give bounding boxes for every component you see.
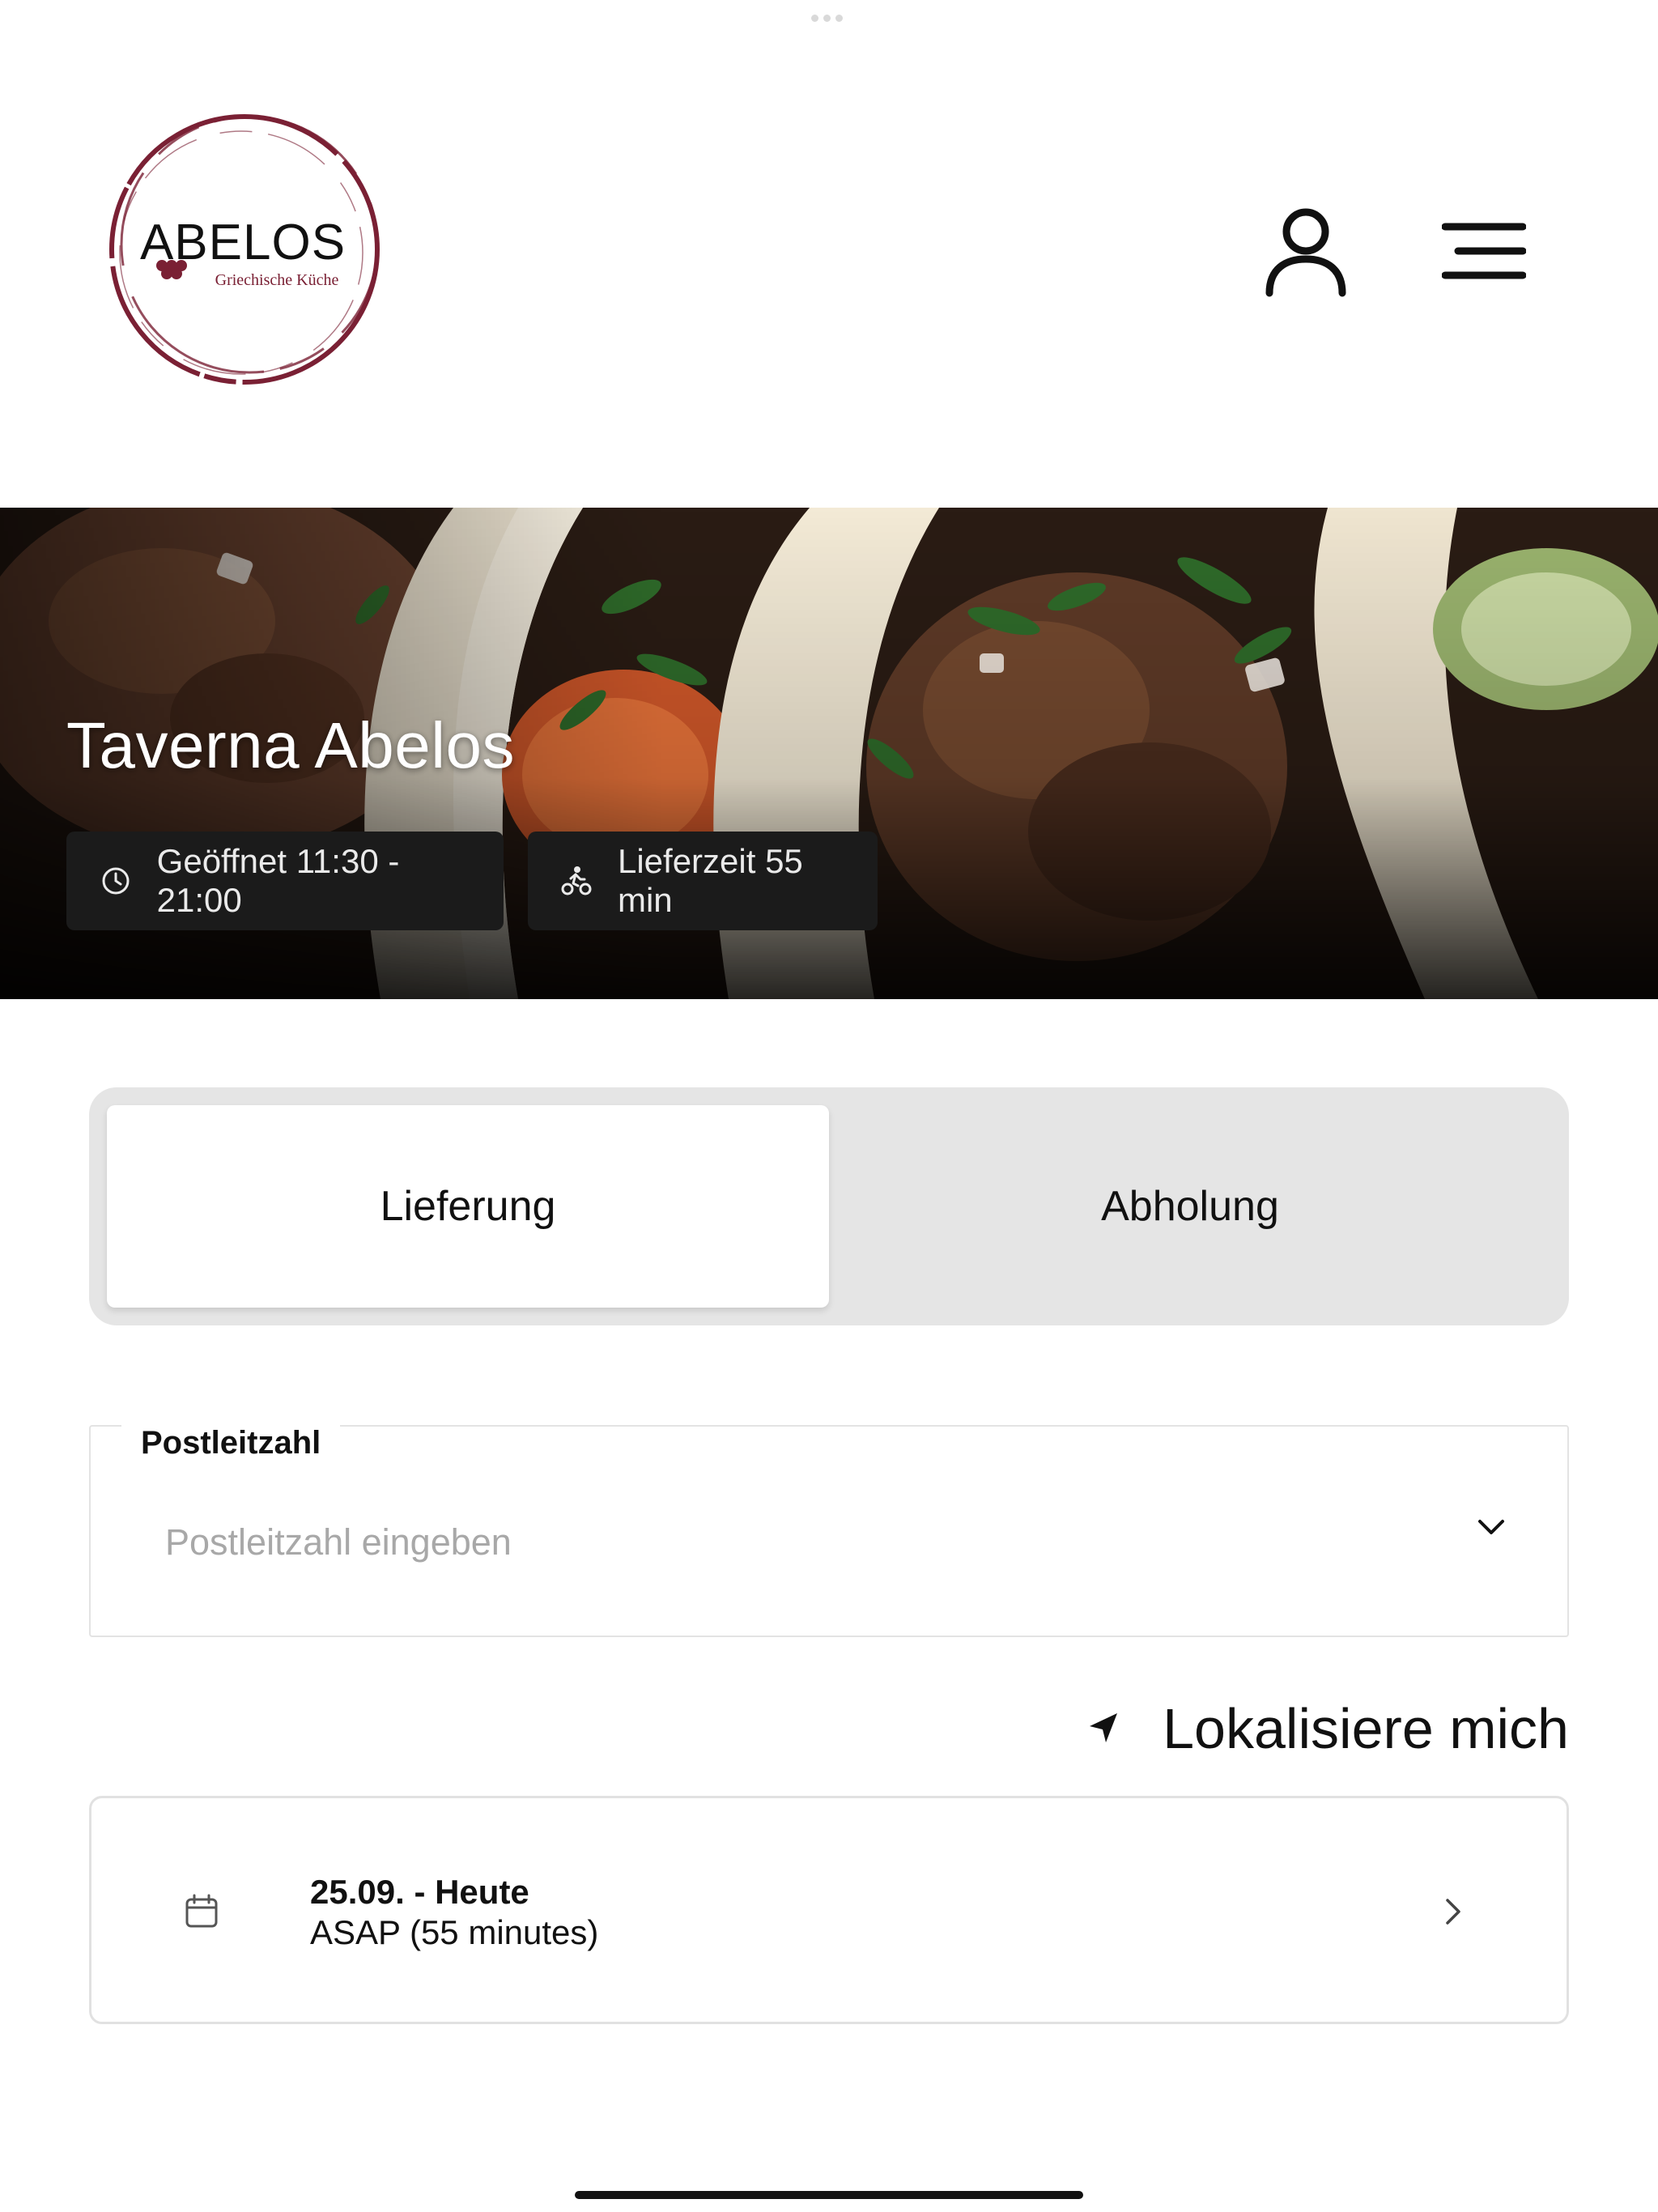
menu-icon bbox=[1442, 223, 1526, 279]
tab-delivery[interactable]: Lieferung bbox=[107, 1105, 829, 1308]
logo-subtitle: Griechische Küche bbox=[215, 271, 339, 289]
schedule-time: ASAP (55 minutes) bbox=[310, 1913, 599, 1951]
opening-hours-chip: Geöffnet 11:30 - 21:00 bbox=[66, 832, 504, 930]
home-indicator[interactable] bbox=[575, 2191, 1083, 2199]
schedule-date: 25.09. - Heute bbox=[310, 1873, 529, 1911]
locate-me-label: Lokalisiere mich bbox=[1163, 1697, 1569, 1760]
clock-icon bbox=[102, 867, 130, 895]
opening-hours-text: Geöffnet 11:30 - 21:00 bbox=[156, 842, 400, 919]
calendar-icon bbox=[185, 1894, 218, 1928]
locate-me-button[interactable]: Lokalisiere mich bbox=[1083, 1696, 1569, 1761]
restaurant-logo[interactable]: ABELOS Griechische Küche bbox=[105, 105, 389, 389]
bike-courier-icon bbox=[561, 866, 592, 895]
postcode-label: Postleitzahl bbox=[121, 1420, 341, 1465]
tab-pickup[interactable]: Abholung bbox=[829, 1105, 1551, 1308]
location-arrow-icon bbox=[1090, 1713, 1118, 1742]
postcode-input[interactable] bbox=[164, 1509, 1381, 1576]
chevron-down-icon[interactable] bbox=[1472, 1508, 1511, 1546]
account-button[interactable] bbox=[1261, 202, 1350, 300]
menu-button[interactable] bbox=[1439, 202, 1528, 300]
order-mode-toggle: Lieferung Abholung bbox=[89, 1087, 1569, 1325]
delivery-time-chip: Lieferzeit 55 min bbox=[528, 832, 878, 930]
user-icon bbox=[1265, 208, 1346, 297]
chevron-right-icon bbox=[1446, 1899, 1460, 1925]
multitasking-dots[interactable] bbox=[811, 15, 847, 23]
delivery-time-selector[interactable]: 25.09. - Heute ASAP (55 minutes) bbox=[89, 1796, 1569, 2024]
delivery-time-text: Lieferzeit 55 min bbox=[617, 842, 803, 919]
restaurant-name: Taverna Abelos bbox=[66, 709, 516, 781]
